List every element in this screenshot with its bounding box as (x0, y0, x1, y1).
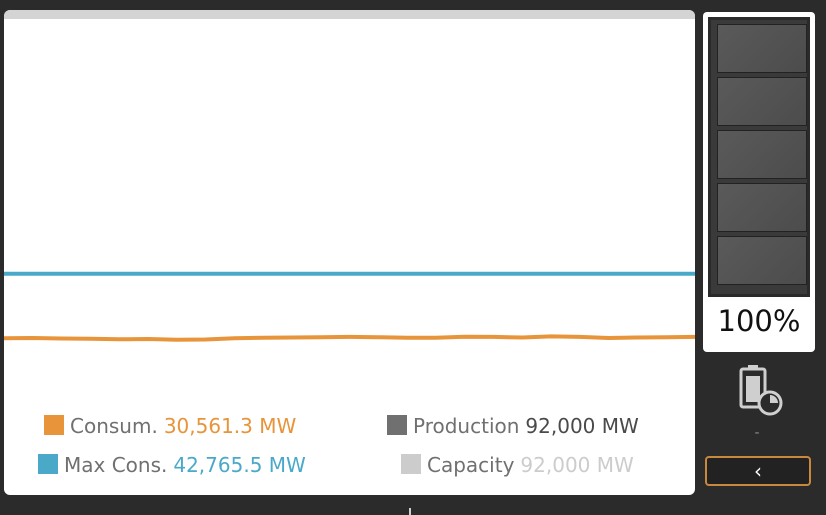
storage-panel: 100% (703, 12, 815, 352)
consumption-swatch (44, 415, 64, 435)
consumption-label: Consum. (70, 414, 158, 438)
battery-cell (717, 183, 807, 232)
consumption-value: 30,561.3 MW (163, 414, 297, 438)
legend-production: Production 92,000 MW (387, 414, 639, 438)
capacity-swatch (401, 454, 421, 474)
production-swatch (387, 415, 407, 435)
back-button[interactable]: ‹ (705, 456, 811, 486)
battery-cell (717, 24, 807, 73)
legend-capacity: Capacity 92,000 MW (401, 453, 634, 477)
production-value: 92,000 MW (525, 414, 639, 438)
bottom-divider-tick (409, 508, 411, 515)
battery-cell (717, 236, 807, 285)
max-cons-swatch (38, 454, 58, 474)
storage-percent: 100% (717, 304, 801, 338)
battery-cell (717, 130, 807, 179)
production-label: Production (413, 414, 520, 438)
max-cons-value: 42,765.5 MW (173, 453, 306, 477)
legend-max-cons: Max Cons. 42,765.5 MW (38, 453, 306, 477)
capacity-value: 92,000 MW (520, 453, 634, 477)
consumption-line (4, 334, 695, 342)
battery-cell (717, 77, 807, 126)
power-chart-panel: Consum. 30,561.3 MW Production 92,000 MW M… (4, 10, 695, 495)
battery-gauge (708, 17, 810, 297)
capacity-label: Capacity (427, 453, 515, 477)
max-cons-label: Max Cons. (64, 453, 168, 477)
battery-timer-icon[interactable] (739, 364, 783, 416)
legend-consumption: Consum. 30,561.3 MW (44, 414, 296, 438)
status-dash: - (754, 425, 760, 441)
